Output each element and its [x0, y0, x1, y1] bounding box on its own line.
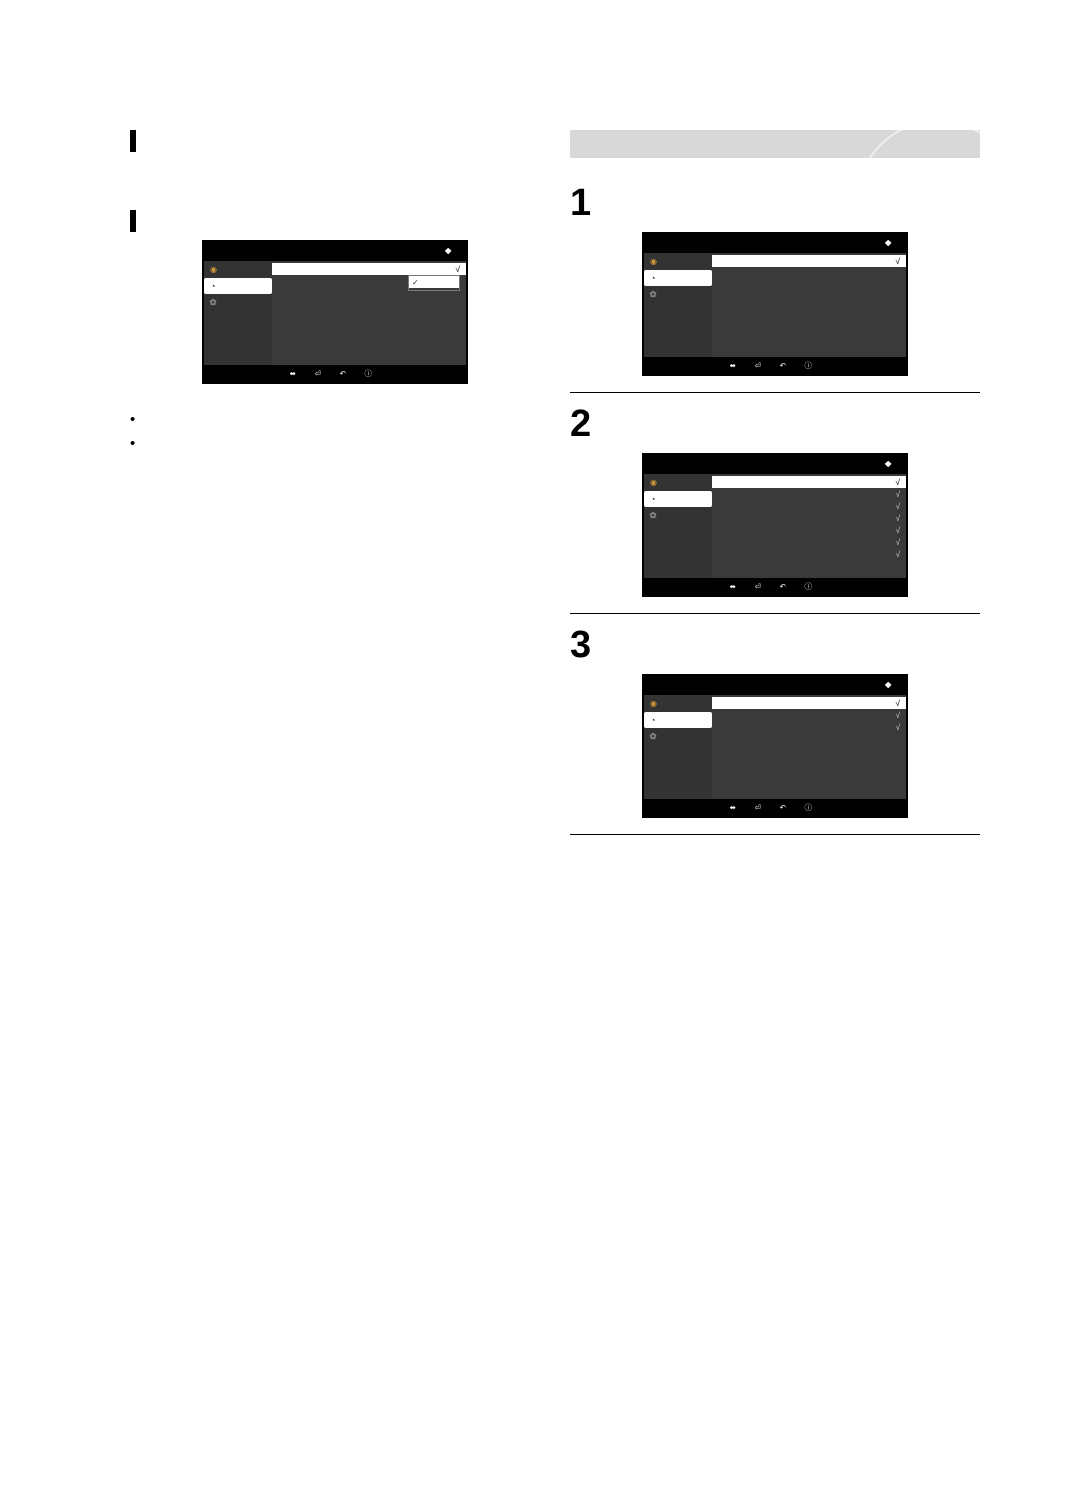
- diamond-icon: ❖: [884, 680, 892, 690]
- noise-reduction-heading: [130, 210, 540, 232]
- osd-side-setup: ✿: [204, 294, 272, 311]
- page-title-block: [570, 130, 980, 158]
- heading-mark-icon: [130, 130, 136, 152]
- right-column: 1 ❖ ◉ ◔ ✿ √ ⬌ ⏎ ↶ ⓘ: [570, 130, 980, 847]
- disc-icon: ◔: [648, 715, 658, 725]
- gear-icon: ✿: [648, 510, 658, 521]
- diamond-icon: ❖: [884, 459, 892, 469]
- check-icon: [412, 277, 419, 287]
- tv-aspect-heading: [130, 130, 540, 152]
- heading-mark-icon: [130, 210, 136, 232]
- divider: [570, 834, 980, 835]
- disc-icon: ◔: [648, 273, 658, 283]
- gear-icon: ✿: [648, 731, 658, 742]
- divider: [570, 613, 980, 614]
- diamond-icon: ❖: [444, 246, 452, 256]
- step-2: 2: [570, 405, 980, 443]
- gear-icon: ✿: [648, 289, 658, 300]
- bullet-on: •: [130, 434, 540, 454]
- osd-side-programme: ◔: [204, 278, 272, 294]
- bullet-off: •: [130, 410, 540, 430]
- disc-icon: ◔: [648, 494, 658, 504]
- divider: [570, 392, 980, 393]
- step-3: 3: [570, 626, 980, 664]
- disc-icon: ◔: [208, 281, 218, 291]
- osd-main-menu: ❖ ◉ ◔ ✿ √ ⬌ ⏎ ↶ ⓘ: [642, 232, 908, 376]
- left-column: ❖ ◉ ◔ ✿ √: [130, 130, 540, 847]
- step-1: 1: [570, 184, 980, 222]
- step-number: 1: [570, 184, 606, 222]
- diamond-icon: ❖: [884, 238, 892, 248]
- step-number: 2: [570, 405, 606, 443]
- osd-video-menu: ❖ ◉ ◔ ✿ √ √ √ ⬌ ⏎ ↶ ⓘ: [642, 674, 908, 818]
- osd-noise-reduction: ❖ ◉ ◔ ✿ √: [202, 240, 468, 384]
- disc-bg-icon: [856, 130, 980, 158]
- gear-icon: ✿: [208, 297, 218, 308]
- osd-setup-menu: ❖ ◉ ◔ ✿ √ √ √ √ √ √ √ ⬌ ⏎: [642, 453, 908, 597]
- step-number: 3: [570, 626, 606, 664]
